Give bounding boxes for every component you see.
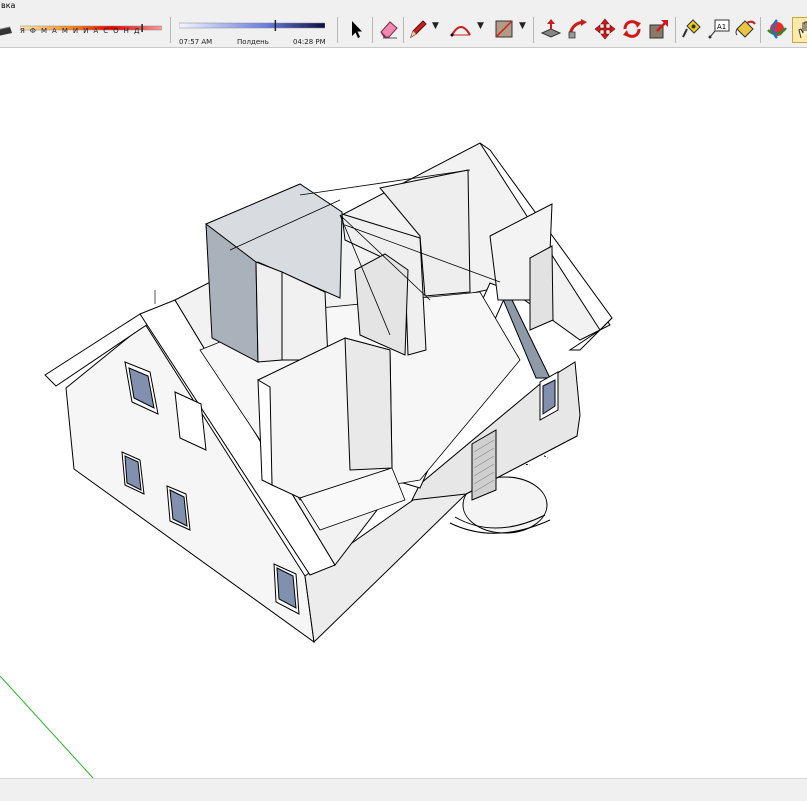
month-slider[interactable] [19, 17, 163, 32]
house-model [0, 142, 613, 778]
scale-icon[interactable] [647, 17, 671, 41]
toolbar-separator [403, 17, 404, 43]
toolbar-separator [372, 17, 373, 43]
drawing-viewport[interactable] [0, 48, 807, 778]
orbit-icon[interactable] [765, 17, 789, 41]
time-noon-label: Полдень [237, 38, 269, 46]
follow-me-icon[interactable] [566, 17, 590, 41]
status-bar [0, 778, 807, 801]
chevron-down-icon[interactable]: ▼ [519, 21, 526, 31]
main-toolbar: Я Ф М А М И И А С О Н Д 07:57 AM Полдень… [0, 11, 807, 48]
chevron-down-icon[interactable]: ▼ [477, 21, 484, 31]
partition-end [255, 261, 283, 363]
toolbar-separator [170, 17, 171, 43]
toolbar-separator [675, 17, 676, 43]
month-labels: Я Ф М А М И И А С О Н Д [20, 27, 141, 35]
time-slider[interactable] [178, 17, 326, 31]
toolbar-separator [760, 17, 761, 43]
paint-bucket-icon[interactable] [733, 17, 757, 41]
rotate-icon[interactable] [620, 17, 644, 41]
push-pull-icon[interactable] [539, 17, 563, 41]
time-slider-track [178, 20, 326, 31]
time-start-label: 07:57 AM [179, 38, 213, 46]
tape-measure-icon[interactable] [680, 17, 704, 41]
shadow-toggle-icon[interactable] [0, 17, 14, 41]
right-room-side [529, 245, 554, 331]
toolbar-separator [533, 17, 534, 43]
text-label-icon[interactable]: A1 [707, 17, 731, 41]
green-axis-line [0, 675, 94, 778]
select-arrow-icon[interactable] [344, 17, 368, 41]
chevron-down-icon[interactable]: ▼ [432, 21, 439, 31]
time-end-label: 04:28 PM [293, 38, 326, 46]
pan-icon[interactable] [792, 17, 807, 43]
eraser-icon[interactable] [377, 17, 401, 41]
move-icon[interactable] [593, 17, 617, 41]
menu-bar: вка [0, 0, 807, 11]
toolbar-separator [337, 17, 338, 43]
menu-item-partial[interactable]: вка [0, 1, 15, 10]
rectangle-shape-icon[interactable] [492, 17, 516, 41]
front-room-side [344, 337, 393, 471]
arc-icon[interactable] [449, 17, 473, 41]
text-tool-glyph: A1 [717, 23, 726, 31]
pencil-line-icon[interactable] [406, 17, 430, 41]
